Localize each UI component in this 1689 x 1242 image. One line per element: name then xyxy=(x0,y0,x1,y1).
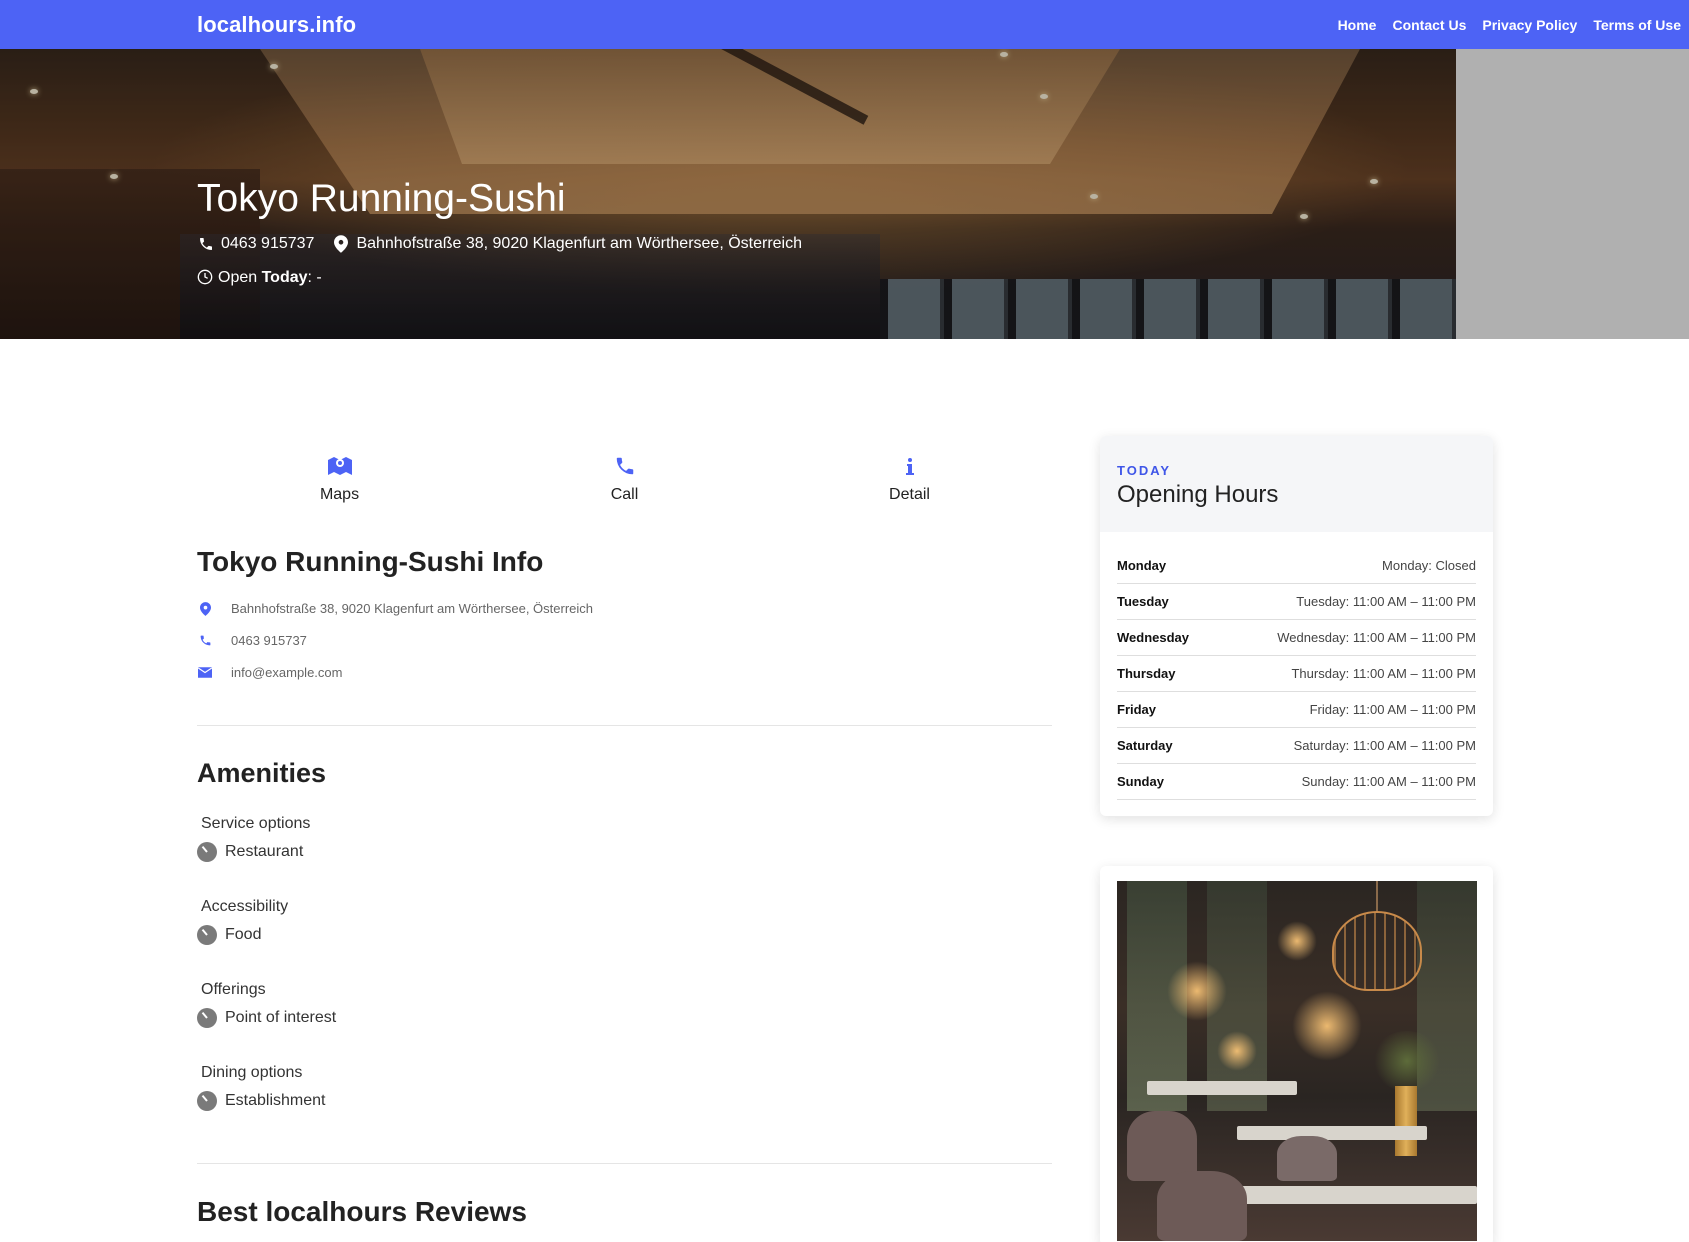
info-heading: Tokyo Running-Sushi Info xyxy=(197,546,544,577)
amenity-category: Accessibility xyxy=(201,898,289,915)
location-pin-icon xyxy=(197,601,213,616)
detail-label: Detail xyxy=(889,486,930,503)
info-address-row: Bahnhofstraße 38, 9020 Klagenfurt am Wör… xyxy=(197,601,593,616)
hours-day: Saturday xyxy=(1117,738,1173,753)
hours-value: Thursday: 11:00 AM – 11:00 PM xyxy=(1291,666,1476,681)
clock-icon xyxy=(197,269,215,287)
hours-value: Tuesday: 11:00 AM – 11:00 PM xyxy=(1296,594,1476,609)
check-circle-icon xyxy=(197,842,217,862)
info-icon xyxy=(905,452,915,480)
opening-hours-title: Opening Hours xyxy=(1117,481,1279,508)
today-eyebrow: TODAY xyxy=(1117,463,1172,478)
phone-icon xyxy=(197,634,213,647)
check-circle-icon xyxy=(197,1091,217,1111)
section-divider xyxy=(197,725,1052,726)
amenity-group-accessibility: Accessibility Food xyxy=(197,898,288,945)
reviews-heading: Best localhours Reviews xyxy=(197,1196,527,1227)
nav-terms-link[interactable]: Terms of Use xyxy=(1593,17,1681,33)
detail-button[interactable]: Detail xyxy=(767,452,1052,512)
hours-day: Sunday xyxy=(1117,774,1164,789)
nav-privacy-link[interactable]: Privacy Policy xyxy=(1482,17,1577,33)
hours-row: Saturday Saturday: 11:00 AM – 11:00 PM xyxy=(1117,728,1476,764)
info-phone-text[interactable]: 0463 915737 xyxy=(231,633,307,648)
hero-address-text: Bahnhofstraße 38, 9020 Klagenfurt am Wör… xyxy=(356,235,802,252)
hours-value: Monday: Closed xyxy=(1382,558,1476,573)
amenity-category: Service options xyxy=(201,815,311,832)
hours-day: Tuesday xyxy=(1117,594,1169,609)
amenity-group-offerings: Offerings Point of interest xyxy=(197,981,336,1028)
nav-contact-link[interactable]: Contact Us xyxy=(1392,17,1466,33)
site-logo-text[interactable]: localhours.info xyxy=(197,12,356,38)
call-button[interactable]: Call xyxy=(482,452,767,512)
section-divider xyxy=(197,1163,1052,1164)
hero-contact-line: 0463 915737 Bahnhofstraße 38, 9020 Klage… xyxy=(197,235,802,253)
hours-day: Monday xyxy=(1117,558,1167,573)
location-pin-icon xyxy=(332,235,350,253)
hours-day: Wednesday xyxy=(1117,630,1190,645)
check-circle-icon xyxy=(197,1008,217,1028)
info-email-text[interactable]: info@example.com xyxy=(231,665,342,680)
amenity-group-service: Service options Restaurant xyxy=(197,815,310,862)
hours-value: Saturday: 11:00 AM – 11:00 PM xyxy=(1293,738,1476,753)
call-label: Call xyxy=(610,486,639,503)
amenity-item-label: Establishment xyxy=(225,1092,326,1109)
info-email-row: info@example.com xyxy=(197,665,342,680)
amenity-item-label: Restaurant xyxy=(225,843,304,860)
hours-value: Wednesday: 11:00 AM – 11:00 PM xyxy=(1277,630,1476,645)
check-circle-icon xyxy=(197,925,217,945)
hero-banner: Tokyo Running-Sushi 0463 915737 Bahnhofs… xyxy=(0,49,1689,339)
open-today-label: Today xyxy=(261,269,308,286)
phone-icon xyxy=(197,235,215,253)
restaurant-photo-card xyxy=(1100,866,1493,1242)
hours-day: Friday xyxy=(1117,702,1157,717)
phone-icon xyxy=(614,452,636,480)
top-navbar: localhours.info Home Contact Us Privacy … xyxy=(0,0,1689,49)
opening-hours-header: TODAY Opening Hours xyxy=(1100,436,1493,532)
hours-row: Monday Monday: Closed xyxy=(1117,548,1476,584)
hours-row: Tuesday Tuesday: 11:00 AM – 11:00 PM xyxy=(1117,584,1476,620)
opening-hours-list: Monday Monday: Closed Tuesday Tuesday: 1… xyxy=(1100,532,1493,800)
envelope-icon xyxy=(197,667,213,678)
hours-day: Thursday xyxy=(1117,666,1176,681)
hours-row: Sunday Sunday: 11:00 AM – 11:00 PM xyxy=(1117,764,1476,800)
amenity-item: Point of interest xyxy=(197,1008,336,1028)
amenity-category: Dining options xyxy=(201,1064,303,1081)
hours-row: Friday Friday: 11:00 AM – 11:00 PM xyxy=(1117,692,1476,728)
maps-button[interactable]: Maps xyxy=(197,452,482,512)
open-today-value: : - xyxy=(307,269,322,286)
amenity-item-label: Food xyxy=(225,926,262,943)
maps-label: Maps xyxy=(319,486,360,503)
quick-actions: Maps Call Detail xyxy=(197,452,1052,512)
info-phone-row: 0463 915737 xyxy=(197,633,307,648)
amenities-heading: Amenities xyxy=(197,758,327,788)
amenity-item-label: Point of interest xyxy=(225,1009,337,1026)
amenity-category: Offerings xyxy=(201,981,266,998)
main-nav: Home Contact Us Privacy Policy Terms of … xyxy=(1338,17,1681,33)
nav-home-link[interactable]: Home xyxy=(1338,17,1377,33)
hours-value: Sunday: 11:00 AM – 11:00 PM xyxy=(1301,774,1476,789)
opening-hours-card: TODAY Opening Hours Monday Monday: Close… xyxy=(1100,436,1493,816)
info-address-text: Bahnhofstraße 38, 9020 Klagenfurt am Wör… xyxy=(231,601,594,616)
hero-open-status: Open Today: - xyxy=(197,269,322,287)
map-icon xyxy=(327,452,352,480)
amenity-group-dining: Dining options Establishment xyxy=(197,1064,326,1111)
amenity-item: Restaurant xyxy=(197,842,310,862)
hours-row: Wednesday Wednesday: 11:00 AM – 11:00 PM xyxy=(1117,620,1476,656)
open-prefix: Open xyxy=(218,269,258,286)
business-name-heading: Tokyo Running-Sushi xyxy=(197,177,566,220)
hero-phone-text[interactable]: 0463 915737 xyxy=(221,235,314,253)
amenity-item: Food xyxy=(197,925,288,945)
hours-value: Friday: 11:00 AM – 11:00 PM xyxy=(1309,702,1476,717)
restaurant-interior-image xyxy=(1117,881,1477,1241)
amenity-item: Establishment xyxy=(197,1091,326,1111)
hours-row: Thursday Thursday: 11:00 AM – 11:00 PM xyxy=(1117,656,1476,692)
